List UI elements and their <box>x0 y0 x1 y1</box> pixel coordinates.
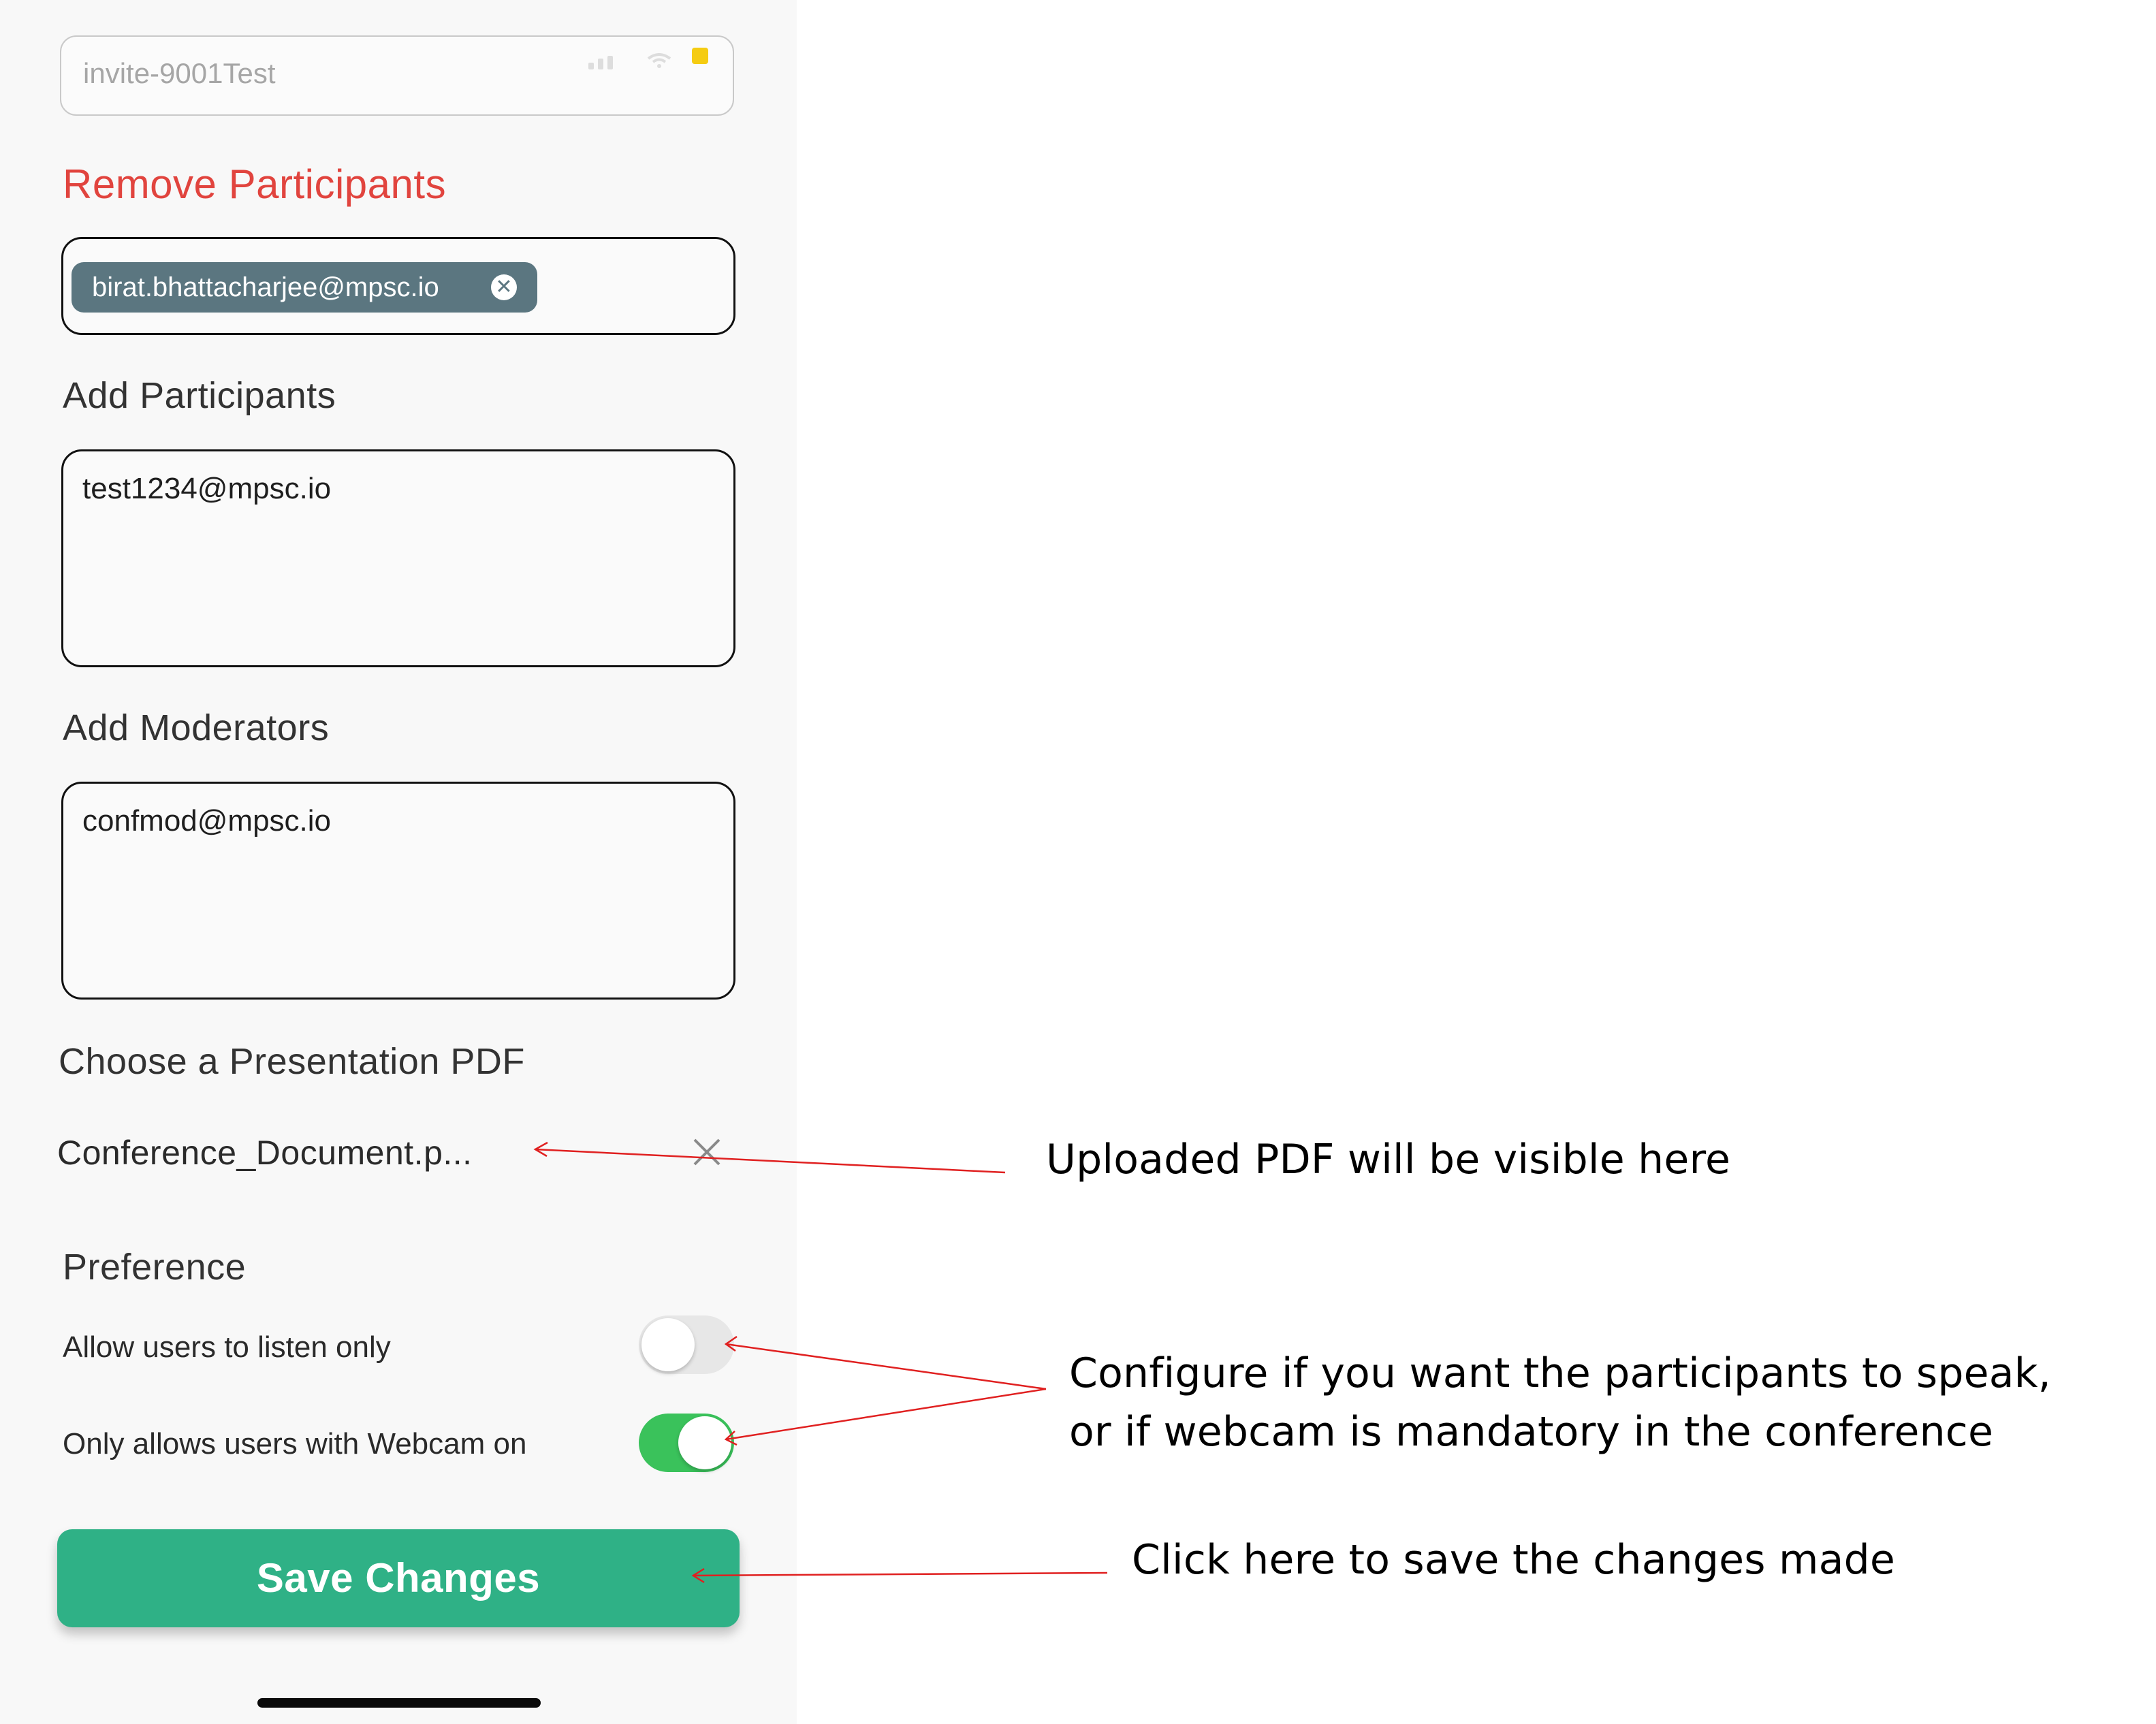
remove-participants-box[interactable]: birat.bhattacharjee@mpsc.io ✕ <box>61 237 735 335</box>
listen-only-label: Allow users to listen only <box>63 1330 391 1364</box>
home-indicator <box>257 1698 541 1708</box>
annotation-save: Click here to save the changes made <box>1132 1536 1896 1584</box>
toggle-knob <box>641 1318 695 1371</box>
add-participants-input[interactable]: test1234@mpsc.io <box>61 449 735 667</box>
toggle-knob <box>678 1416 731 1469</box>
listen-only-toggle[interactable] <box>639 1315 734 1374</box>
annotation-configure-line2: or if webcam is mandatory in the confere… <box>1069 1408 1994 1456</box>
annotation-configure-line1: Configure if you want the participants t… <box>1069 1350 2051 1397</box>
webcam-required-toggle[interactable] <box>639 1414 734 1472</box>
annotation-configure: Configure if you want the participants t… <box>1069 1344 2131 1461</box>
cellular-signal-icon <box>588 63 594 69</box>
participant-chip-label: birat.bhattacharjee@mpsc.io <box>92 272 439 302</box>
add-moderators-input[interactable]: confmod@mpsc.io <box>61 782 735 1000</box>
add-moderators-heading: Add Moderators <box>63 707 330 748</box>
phone-screen: invite-9001Test Remove Participants bira… <box>0 0 797 1724</box>
uploaded-pdf-name: Conference_Document.p... <box>57 1134 473 1172</box>
close-icon[interactable] <box>688 1133 726 1171</box>
add-participants-heading: Add Participants <box>63 375 336 416</box>
wifi-icon <box>647 53 671 68</box>
cellular-signal-bar <box>607 56 613 69</box>
add-moderators-value: confmod@mpsc.io <box>82 804 332 837</box>
webcam-required-label: Only allows users with Webcam on <box>63 1427 527 1460</box>
add-participants-value: test1234@mpsc.io <box>82 472 332 505</box>
invite-name-field[interactable]: invite-9001Test <box>60 35 734 116</box>
remove-participants-heading: Remove Participants <box>63 161 447 207</box>
close-circle-icon[interactable]: ✕ <box>491 274 517 300</box>
invite-name-value: invite-9001Test <box>83 57 276 89</box>
cellular-signal-bar <box>598 59 603 69</box>
preference-heading: Preference <box>63 1247 247 1288</box>
presentation-pdf-heading: Choose a Presentation PDF <box>59 1041 525 1082</box>
save-changes-button[interactable]: Save Changes <box>57 1529 740 1627</box>
annotation-pdf: Uploaded PDF will be visible here <box>1046 1136 1731 1183</box>
participant-chip: birat.bhattacharjee@mpsc.io ✕ <box>72 262 537 313</box>
recording-indicator <box>692 48 708 64</box>
